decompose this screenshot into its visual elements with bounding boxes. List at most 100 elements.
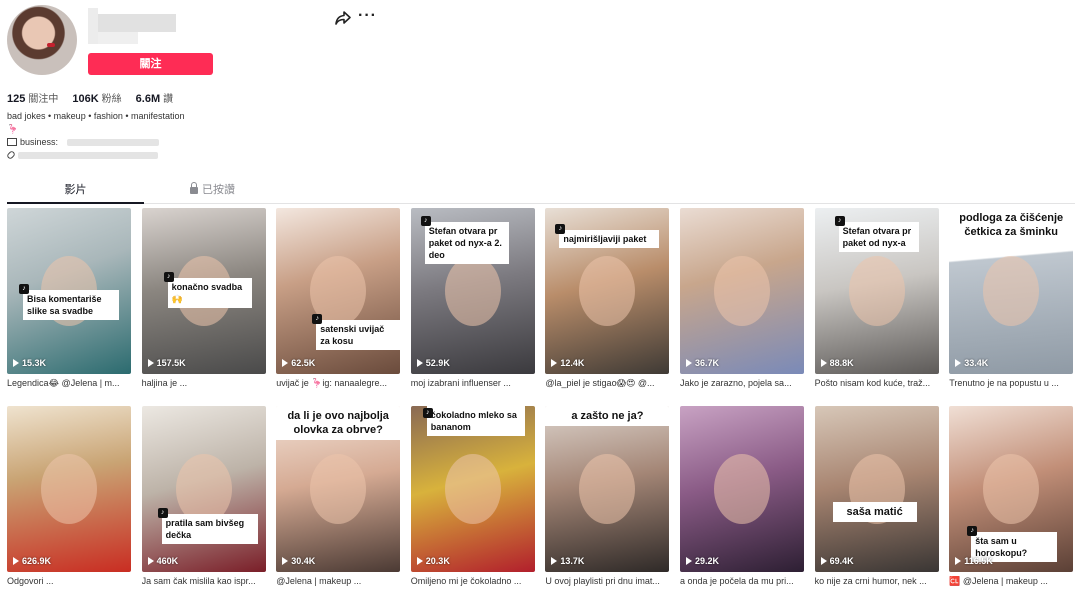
view-count: 12.4K — [551, 358, 584, 368]
following-stat[interactable]: 125 關注中 — [7, 90, 58, 105]
video-text-overlay: najmirišljaviji paket — [559, 230, 660, 248]
video-caption[interactable]: a onda je počela da mu pri... — [680, 576, 804, 586]
video-card[interactable]: konačno svadba🙌 ♪ 157.5K haljina je ... — [141, 208, 266, 388]
view-count-value: 36.7K — [695, 358, 720, 368]
play-icon — [282, 359, 289, 367]
video-thumbnail[interactable]: Bisa komentariše slike sa svadbe ♪ 15.3K — [7, 208, 131, 374]
video-card[interactable]: šta sam u horoskopu? ♪ 116.5K 🆑 @Jelena | m… — [949, 406, 1074, 587]
share-icon[interactable] — [334, 9, 352, 27]
bio-emoji: 🦩 — [7, 124, 19, 134]
video-thumbnail[interactable]: Stefan otvara pr paket od nyx-a 2. deo ♪ 5… — [410, 208, 535, 374]
view-count: 69.4K — [820, 556, 854, 566]
video-caption[interactable]: uvijač je 🦩ig: nanaalegre... — [276, 378, 400, 389]
thumbnail-image — [444, 256, 501, 326]
follow-button[interactable]: 關注 — [88, 53, 213, 75]
video-caption[interactable]: Jako je zarazno, pojela sa... — [680, 378, 804, 388]
video-card[interactable]: najmirišljaviji paket ♪ 12.4K @la_piel je s… — [545, 208, 670, 389]
video-caption[interactable]: Pošto nisam kod kuće, traž... — [815, 378, 939, 388]
video-text-overlay: čokoladno mleko sa bananom — [426, 406, 525, 436]
video-thumbnail[interactable]: 36.7K — [680, 208, 804, 374]
video-thumbnail[interactable]: najmirišljaviji paket ♪ 12.4K — [545, 208, 670, 374]
video-card[interactable]: da li je ovo najbolja olovka za obrve? 30… — [276, 406, 401, 586]
video-text-overlay: podloga za čišćenje četkica za šminku — [949, 208, 1074, 242]
video-caption[interactable]: Trenutno je na popustu u ... — [949, 378, 1073, 388]
video-caption[interactable]: haljina je ... — [142, 378, 266, 388]
view-count-value: 15.3K — [22, 358, 47, 368]
video-thumbnail[interactable]: šta sam u horoskopu? ♪ 116.5K — [949, 406, 1074, 572]
video-caption[interactable]: Omiljeno mi je čokoladno ... — [411, 576, 535, 586]
thumbnail-image — [714, 256, 770, 326]
video-text-overlay: pratila sam bivšeg dečka — [161, 514, 258, 544]
play-icon — [955, 359, 962, 367]
video-caption[interactable]: @Jelena | makeup ... — [276, 576, 400, 586]
more-icon[interactable]: ··· — [358, 8, 378, 27]
video-thumbnail[interactable]: čokoladno mleko sa bananom ♪ 20.3K — [410, 406, 535, 572]
video-card[interactable]: čokoladno mleko sa bananom ♪ 20.3K Omiljeno… — [410, 406, 535, 586]
video-text-overlay: Stefan otvara pr paket od nyx-a 2. deo — [424, 222, 509, 264]
tiktok-logo-icon: ♪ — [163, 272, 174, 282]
video-text-overlay: Stefan otvara pr paket od nyx-a — [838, 222, 919, 252]
video-card[interactable]: pratila sam bivšeg dečka ♪ 460K Ja sam čak … — [141, 406, 266, 586]
video-card[interactable]: satenski uvijač za kosu ♪ 62.5K uvijač je 🦩… — [276, 208, 401, 389]
video-caption[interactable]: Legendica😂 @Jelena | m... — [7, 378, 131, 389]
video-text-overlay: konačno svadba🙌 — [167, 278, 252, 308]
video-card[interactable]: 29.2K a onda je počela da mu pri... — [680, 406, 804, 586]
thumbnail-image — [41, 454, 97, 524]
view-count-value: 157.5K — [156, 358, 186, 368]
video-thumbnail[interactable]: podloga za čišćenje četkica za šminku 33.… — [949, 208, 1074, 374]
tab-liked[interactable]: 已按讚 — [144, 180, 281, 204]
view-count: 13.7K — [551, 556, 584, 566]
video-caption[interactable]: Ja sam čak mislila kao ispr... — [142, 576, 266, 586]
video-card[interactable]: Bisa komentariše slike sa svadbe ♪ 15.3K Le… — [7, 208, 131, 389]
play-icon — [551, 359, 558, 367]
video-thumbnail[interactable]: pratila sam bivšeg dečka ♪ 460K — [141, 406, 266, 572]
view-count: 20.3K — [416, 556, 450, 566]
likes-stat: 6.6M 讚 — [135, 93, 174, 105]
video-thumbnail[interactable]: 29.2K — [680, 406, 804, 572]
video-thumbnail[interactable]: da li je ovo najbolja olovka za obrve? 30… — [276, 406, 401, 572]
video-card[interactable]: Stefan otvara pr paket od nyx-a 2. deo ♪ 5… — [410, 208, 535, 388]
video-card[interactable]: 36.7K Jako je zarazno, pojela sa... — [680, 208, 804, 388]
video-thumbnail[interactable]: 626.9K — [7, 406, 131, 572]
view-count: 30.4K — [282, 556, 315, 566]
video-thumbnail[interactable]: satenski uvijač za kosu ♪ 62.5K — [276, 208, 401, 374]
tiktok-logo-icon: ♪ — [157, 508, 168, 518]
view-count: 15.3K — [13, 358, 46, 368]
play-icon — [282, 557, 289, 565]
video-thumbnail[interactable]: a zašto ne ja? 13.7K — [545, 406, 670, 572]
username-redacted — [88, 8, 176, 44]
bio-tagline: bad jokes • makeup • fashion • manifesta… — [7, 111, 185, 121]
video-card[interactable]: podloga za čišćenje četkica za šminku 33.… — [949, 208, 1074, 388]
video-caption[interactable]: moj izabrani influenser ... — [411, 378, 535, 388]
bio-link-redacted[interactable] — [18, 152, 158, 160]
video-card[interactable]: a zašto ne ja? 13.7K U ovoj playlisti pri … — [545, 406, 670, 586]
view-count-value: 30.4K — [291, 556, 316, 566]
video-caption[interactable]: Odgovori ... — [7, 576, 131, 586]
video-thumbnail[interactable]: konačno svadba🙌 ♪ 157.5K — [141, 208, 266, 374]
view-count: 88.8K — [820, 358, 854, 368]
video-caption[interactable]: U ovoj playlisti pri dnu imat... — [545, 576, 669, 586]
video-text-overlay: saša matić — [832, 502, 917, 522]
play-icon — [147, 359, 154, 367]
video-card[interactable]: 626.9K Odgovori ... — [7, 406, 131, 586]
tiktok-logo-icon: ♪ — [19, 284, 29, 294]
tiktok-logo-icon: ♪ — [555, 224, 566, 234]
video-card[interactable]: Stefan otvara pr paket od nyx-a ♪ 88.8K Poš… — [814, 208, 939, 388]
bio-business-label: business: — [20, 137, 59, 147]
video-thumbnail[interactable]: Stefan otvara pr paket od nyx-a ♪ 88.8K — [814, 208, 939, 374]
video-caption[interactable]: ko nije za crni humor, nek ... — [815, 576, 939, 586]
avatar[interactable] — [7, 5, 77, 75]
video-text-overlay: da li je ovo najbolja olovka za obrve? — [276, 406, 401, 440]
video-card[interactable]: saša matić 69.4K ko nije za crni humor, ne… — [814, 406, 939, 586]
profile-stats: 125 關注中 106K 粉絲 6.6M 讚 — [7, 90, 173, 105]
video-caption[interactable]: 🆑 @Jelena | makeup ... — [949, 576, 1073, 587]
view-count-value: 29.2K — [695, 556, 720, 566]
video-thumbnail[interactable]: saša matić 69.4K — [814, 406, 939, 572]
link-icon — [6, 150, 16, 160]
play-icon — [686, 557, 692, 565]
tab-videos[interactable]: 影片 — [7, 180, 144, 204]
thumbnail-image — [579, 454, 636, 524]
video-caption[interactable]: @la_piel je stigao😱😍 @... — [545, 378, 669, 389]
view-count: 157.5K — [147, 358, 186, 368]
followers-stat[interactable]: 106K 粉絲 — [72, 90, 121, 105]
